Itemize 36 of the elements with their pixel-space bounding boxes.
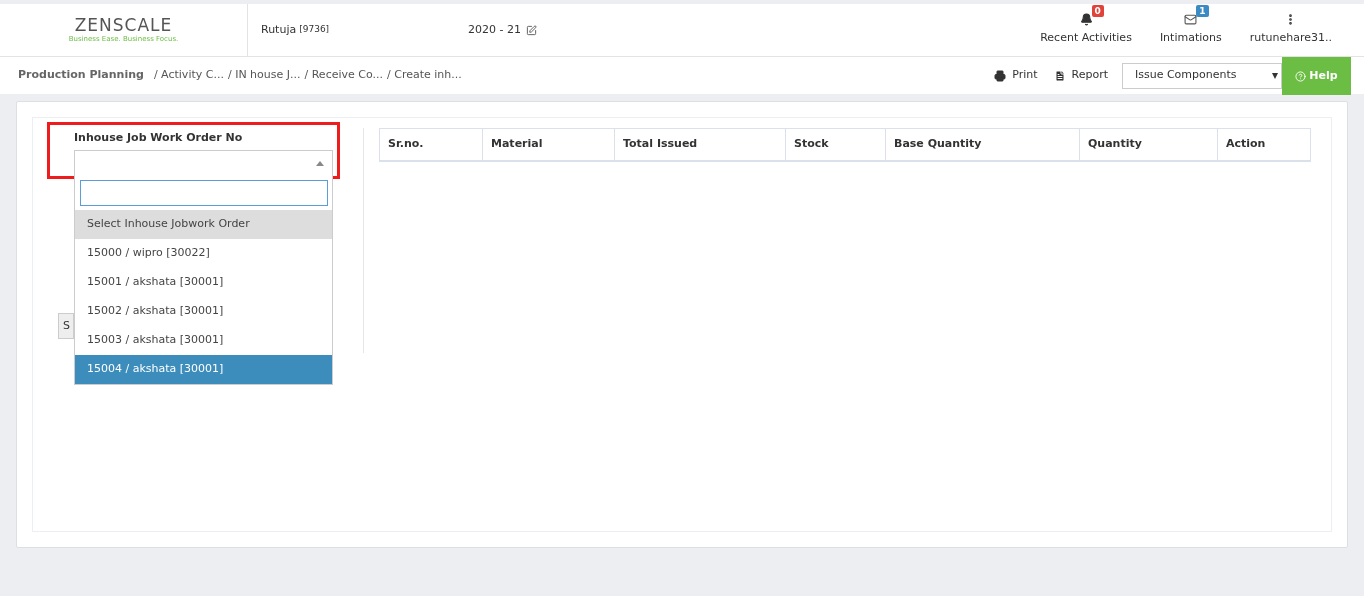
breadcrumb-link[interactable]: / Create inh... (387, 67, 462, 84)
column-header: Base Quantity (885, 129, 1079, 160)
help-icon (1295, 70, 1307, 82)
user-name: Rutuja (261, 21, 297, 38)
breadcrumb-link[interactable]: / Receive Co... (304, 67, 383, 84)
column-header: Sr.no. (387, 136, 425, 153)
financial-year: 2020 - 21 (468, 21, 521, 38)
order-select[interactable] (74, 150, 333, 177)
logo: ZENSCALE (74, 17, 173, 34)
column-header: Action (1217, 129, 1310, 160)
mail-icon (1184, 13, 1198, 27)
breadcrumb-link[interactable]: / Activity C... (153, 67, 224, 84)
caret-icon (316, 161, 324, 166)
report-button[interactable]: Report (1053, 67, 1108, 84)
printer-icon (994, 69, 1007, 82)
header-action[interactable]: 0 Recent Activities (1026, 4, 1146, 56)
search-field[interactable] (80, 180, 328, 206)
breadcrumb-link[interactable]: / IN house J... (227, 67, 301, 84)
print-button[interactable]: Print (994, 67, 1038, 84)
count-badge: 0 (1091, 5, 1104, 18)
header-action[interactable]: rutunehare31.. (1235, 4, 1346, 56)
field-label: Inhouse Job Work Order No (74, 130, 244, 146)
column-header: Quantity (1079, 129, 1217, 160)
bell-icon (1079, 13, 1093, 27)
dropdown-option[interactable]: 15004 / akshata [30001] (75, 355, 332, 384)
dropdown-option[interactable]: Select Inhouse Jobwork Order (75, 210, 332, 239)
count-badge: 1 (1196, 5, 1209, 18)
column-header: Material (482, 129, 614, 160)
edit-icon[interactable] (525, 24, 537, 36)
document-icon (1053, 69, 1066, 82)
column-header: Stock (785, 129, 885, 160)
column-header: Total Issued (614, 129, 785, 160)
breadcrumb-link[interactable]: Production Planning (18, 67, 144, 84)
header-action[interactable]: 1 Intimations (1145, 4, 1236, 56)
submit-button[interactable]: S (58, 313, 74, 339)
user-code: [9736] (299, 23, 330, 37)
